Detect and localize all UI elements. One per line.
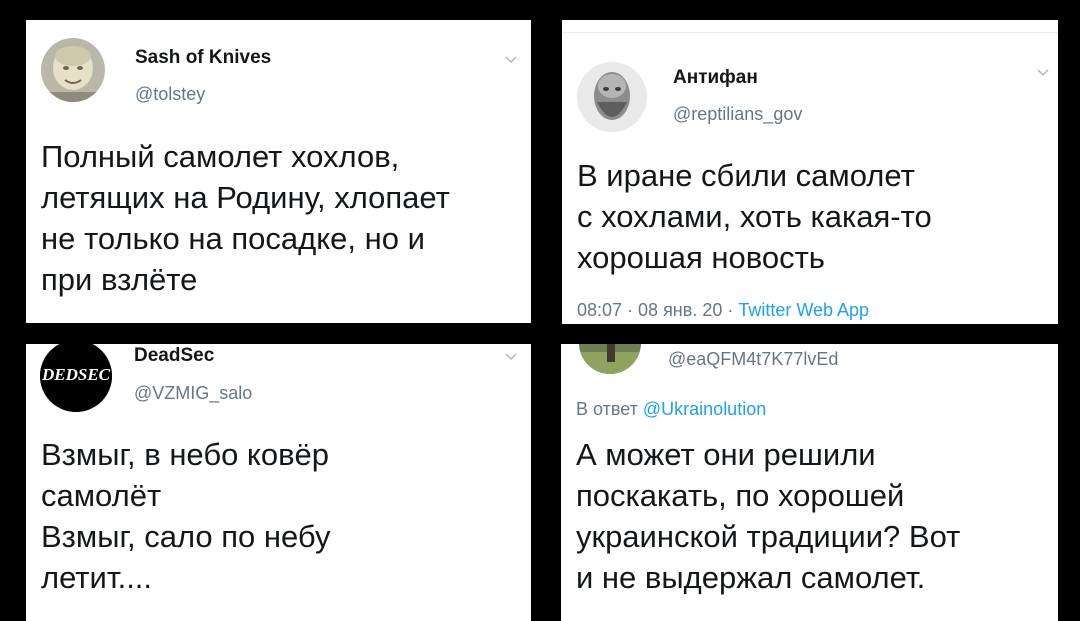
tweet-text: Взмыг, в небо ковёр самолёт Взмыг, сало … [41, 434, 331, 598]
tweet-text: Полный самолет хохлов, летящих на Родину… [41, 136, 450, 300]
author-name[interactable]: DeadSec [134, 345, 214, 367]
tweet-text: А может они решили поскакать, по хорошей… [576, 434, 960, 598]
avatar[interactable] [579, 344, 641, 374]
author-name[interactable]: Sash of Knives [135, 47, 271, 69]
author-handle[interactable]: @eaQFM4t7K77lvEd [668, 349, 838, 370]
chevron-down-icon[interactable] [504, 54, 518, 64]
tweet-text-line: при взлёте [41, 262, 198, 297]
divider [562, 32, 1058, 33]
tweet-text: В иране сбили самолет с хохлами, хоть ка… [577, 155, 932, 278]
dedsec-logo-icon: DEDSEC [40, 344, 112, 412]
tweet-source-link[interactable]: Twitter Web App [738, 300, 869, 320]
tweet-text-line: В иране сбили самолет [577, 158, 915, 193]
tweet-text-line: А может они решили [576, 437, 876, 472]
photo-avatar-icon [579, 344, 641, 374]
tweet-card-2: Антифан @reptilians_gov В иране сбили са… [562, 20, 1058, 324]
tweet-timestamp[interactable]: 08:07 · 08 янв. 20 · [577, 300, 738, 320]
tweet-text-line: хорошая новость [577, 240, 825, 275]
chevron-down-icon[interactable] [1036, 67, 1050, 77]
tweet-text-line: не только на посадке, но и [41, 221, 425, 256]
tweet-text-line: самолёт [41, 478, 162, 513]
avatar[interactable]: DEDSEC [40, 344, 112, 412]
tweet-card-1: Sash of Knives @tolstey Полный самолет х… [26, 20, 531, 323]
tweet-text-line: поскакать, по хорошей [576, 478, 905, 513]
author-handle[interactable]: @tolstey [135, 84, 205, 105]
tweet-text-line: и не выдержал самолет. [576, 560, 926, 595]
tweet-card-3: DEDSEC DeadSec @VZMIG_salo Взмыг, в небо… [26, 344, 531, 621]
portrait-avatar-icon [41, 38, 105, 102]
tweet-text-line: летящих на Родину, хлопает [41, 180, 450, 215]
tweet-text-line: Взмыг, сало по небу [41, 519, 331, 554]
chevron-down-icon[interactable] [504, 351, 518, 361]
tweet-card-4: @eaQFM4t7K77lvEd В ответ @Ukrainolution … [561, 344, 1058, 621]
avatar[interactable] [577, 62, 647, 132]
reply-context: В ответ @Ukrainolution [576, 399, 766, 420]
tweet-text-line: летит.... [41, 560, 153, 595]
avatar[interactable] [41, 38, 105, 102]
author-handle[interactable]: @VZMIG_salo [134, 383, 252, 404]
tweet-text-line: с хохлами, хоть какая-то [577, 199, 932, 234]
reply-prefix: В ответ [576, 399, 643, 419]
tweet-text-line: Полный самолет хохлов, [41, 139, 400, 174]
tweet-text-line: украинской традиции? Вот [576, 519, 961, 554]
bust-avatar-icon [577, 62, 647, 132]
author-name[interactable]: Антифан [673, 67, 758, 89]
reply-to-link[interactable]: @Ukrainolution [643, 399, 766, 419]
avatar-logo-text: DEDSEC [41, 365, 111, 384]
author-handle[interactable]: @reptilians_gov [673, 104, 802, 125]
tweet-text-line: Взмыг, в небо ковёр [41, 437, 330, 472]
tweet-meta: 08:07 · 08 янв. 20 · Twitter Web App [577, 300, 869, 321]
